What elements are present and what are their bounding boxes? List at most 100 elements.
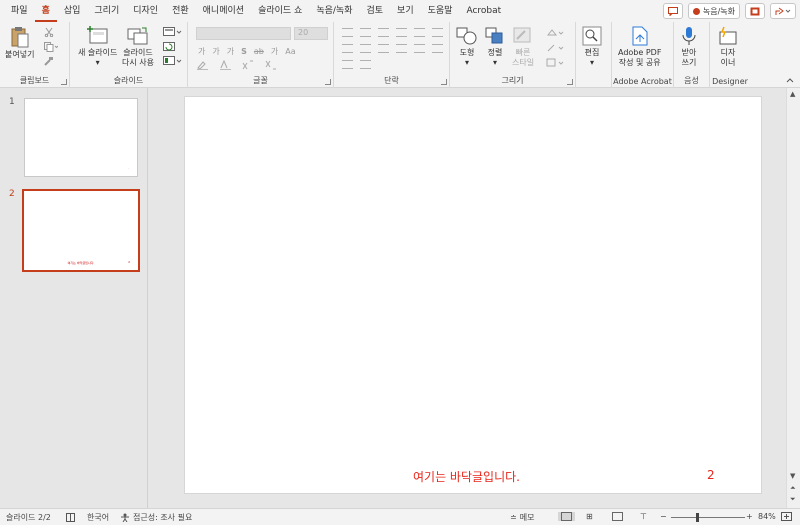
create-pdf-button[interactable]: Adobe PDF 작성 및 공유 (618, 26, 661, 68)
numbering-icon[interactable] (360, 28, 371, 37)
font-color-icon[interactable] (219, 60, 233, 70)
reset-slide-icon[interactable] (163, 42, 177, 52)
align-center-icon[interactable] (360, 44, 371, 53)
line-spacing-icon[interactable] (414, 28, 425, 37)
shape-fill-icon[interactable] (546, 28, 566, 38)
shape-effects-icon[interactable] (546, 58, 566, 68)
change-case-button[interactable]: Aa (285, 47, 295, 56)
tab-design[interactable]: 디자인 (126, 0, 165, 22)
decrease-indent-icon[interactable] (378, 28, 389, 37)
comments-button[interactable] (662, 3, 683, 19)
next-slide-icon[interactable]: ⏷ (790, 495, 796, 504)
clipboard-group-label: 클립보드 (19, 76, 50, 85)
layout-icon[interactable] (163, 27, 183, 37)
font-size-select[interactable]: 20 (294, 27, 328, 40)
align-text-icon[interactable] (342, 60, 353, 69)
paragraph-group: 단락 (334, 22, 450, 88)
book-icon (66, 513, 75, 522)
strikethrough-button[interactable]: ab (254, 47, 264, 56)
collapse-ribbon-icon[interactable] (786, 77, 794, 83)
clipboard-launcher-icon[interactable] (61, 79, 67, 85)
slide-page-number[interactable]: 2 (707, 468, 715, 482)
slide-thumbnail-2[interactable]: 여기는 바닥글입니다. 2 (22, 189, 140, 272)
font-name-select[interactable] (196, 27, 291, 40)
tab-review[interactable]: 검토 (359, 0, 390, 22)
format-painter-icon[interactable] (44, 56, 54, 66)
reading-view-button[interactable] (612, 512, 623, 521)
slide-thumbnail-1[interactable]: · (24, 98, 138, 177)
tab-insert[interactable]: 삽입 (57, 0, 88, 22)
shadow-button[interactable]: S (241, 47, 247, 56)
highlight-icon[interactable] (196, 60, 210, 70)
char-spacing-button[interactable]: 가 (271, 46, 278, 57)
tab-slideshow[interactable]: 슬라이드 쇼 (251, 0, 309, 22)
increase-indent-icon[interactable] (396, 28, 407, 37)
bullets-icon[interactable] (342, 28, 353, 37)
font-launcher-icon[interactable] (325, 79, 331, 85)
paragraph-launcher-icon[interactable] (441, 79, 447, 85)
zoom-in-button[interactable]: + (746, 512, 753, 521)
justify-icon[interactable] (396, 44, 407, 53)
tab-home[interactable]: 홈 (34, 0, 57, 22)
subscript-icon[interactable] (265, 60, 279, 70)
align-left-icon[interactable] (342, 44, 353, 53)
slide-footer-text[interactable]: 여기는 바닥글입니다. (413, 468, 520, 485)
record-button[interactable]: 녹음/녹화 (687, 3, 740, 19)
language-indicator[interactable]: 한국어 (66, 512, 109, 523)
tab-acrobat[interactable]: Acrobat (459, 0, 508, 22)
drawing-group-label: 그리기 (501, 76, 524, 85)
editing-button[interactable]: 편집 ▾ (582, 26, 602, 68)
distribute-icon[interactable] (414, 44, 425, 53)
text-direction-icon[interactable] (432, 44, 443, 53)
normal-view-button[interactable] (558, 512, 575, 521)
copy-icon[interactable] (44, 42, 58, 52)
zoom-slider[interactable] (671, 517, 745, 518)
tab-animations[interactable]: 애니메이션 (196, 0, 251, 22)
superscript-icon[interactable] (242, 60, 256, 70)
notes-button[interactable]: ≐ 메모 (510, 512, 534, 523)
tab-record[interactable]: 녹음/녹화 (309, 0, 359, 22)
convert-smartart-icon[interactable] (360, 60, 371, 69)
reuse-slides-button[interactable]: 슬라이드 다시 사용 (122, 26, 154, 68)
scroll-down-icon[interactable]: ▼ (790, 472, 795, 480)
scroll-up-icon[interactable]: ▲ (790, 90, 795, 98)
slide-sorter-button[interactable]: ⊞ (586, 512, 593, 521)
smartart-row (340, 60, 373, 69)
align-right-icon[interactable] (378, 44, 389, 53)
paste-button[interactable]: 붙여넣기 (5, 26, 34, 60)
tab-help[interactable]: 도움말 (421, 0, 460, 22)
cut-icon[interactable] (44, 27, 54, 37)
current-slide[interactable]: 여기는 바닥글입니다. 2 (184, 96, 762, 494)
tab-transitions[interactable]: 전환 (165, 0, 196, 22)
accessibility-indicator[interactable]: 접근성: 조사 필요 (120, 512, 192, 523)
fit-to-window-button[interactable] (781, 512, 792, 521)
clear-format-button[interactable]: 가 (227, 46, 234, 57)
share-button[interactable] (770, 3, 796, 19)
tab-draw[interactable]: 그리기 (87, 0, 126, 22)
font-increase-button[interactable]: 가 (198, 46, 205, 57)
designer-group: 디자 이너 Designer (710, 22, 750, 88)
font-decrease-button[interactable]: 가 (212, 46, 219, 57)
shape-outline-icon[interactable] (546, 43, 566, 53)
arrange-button[interactable]: 정렬 ▾ (484, 26, 506, 68)
previous-slide-icon[interactable]: ⏶ (790, 484, 796, 493)
font-format-row: 가 가 가 S ab 가 Aa (198, 46, 296, 57)
designer-button[interactable]: 디자 이너 (718, 26, 738, 68)
shapes-button[interactable]: 도형 ▾ (456, 26, 478, 68)
zoom-level[interactable]: 84% (758, 512, 776, 521)
section-icon[interactable] (163, 56, 183, 66)
new-slide-button[interactable]: 새 슬라이드 ▾ (78, 26, 117, 68)
notes-label: 메모 (519, 513, 535, 522)
slideshow-button[interactable]: ⊤ (640, 512, 647, 521)
drawing-launcher-icon[interactable] (567, 79, 573, 85)
zoom-slider-thumb[interactable] (696, 513, 699, 522)
arrange-icon (485, 27, 503, 44)
tab-view[interactable]: 보기 (390, 0, 421, 22)
dictate-button[interactable]: 받아 쓰기 (681, 26, 697, 68)
columns-icon[interactable] (432, 28, 443, 37)
zoom-out-button[interactable]: − (660, 512, 667, 521)
quick-styles-button[interactable]: 빠른 스타일 (512, 26, 534, 68)
vertical-scrollbar[interactable]: ▲ ▼ ⏶ ⏷ (786, 88, 800, 508)
present-button[interactable] (745, 3, 765, 19)
tab-file[interactable]: 파일 (4, 0, 35, 22)
